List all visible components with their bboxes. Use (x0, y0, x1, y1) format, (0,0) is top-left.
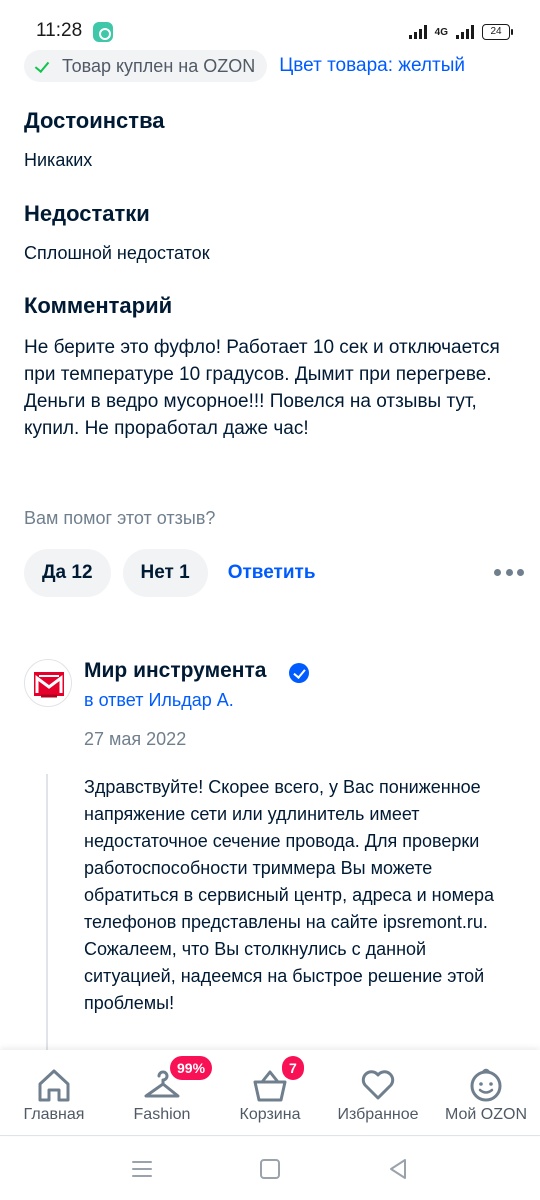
heart-icon (361, 1070, 395, 1100)
more-options-icon[interactable] (494, 569, 524, 577)
recent-apps-icon[interactable] (130, 1157, 154, 1181)
nav-fashion-label: Fashion (133, 1106, 191, 1123)
nav-profile[interactable]: Мой OZON (436, 1050, 536, 1136)
reply-thread-line (46, 774, 48, 1054)
bottom-navigation: Главная Fashion 99% Корзина 7 Избранное … (0, 1050, 540, 1136)
nav-fashion[interactable]: Fashion 99% (122, 1050, 213, 1136)
nav-favorites-label: Избранное (337, 1106, 419, 1123)
home-system-icon[interactable] (258, 1157, 282, 1181)
network-type: 4G (434, 26, 448, 38)
pros-text: Никаких (24, 150, 93, 170)
nav-home-label: Главная (23, 1106, 85, 1123)
signal-icon-2 (456, 25, 474, 39)
nav-cart[interactable]: Корзина 7 (230, 1050, 310, 1136)
cart-badge: 7 (282, 1056, 304, 1080)
system-navigation-bar (0, 1137, 540, 1200)
nav-cart-label: Корзина (239, 1106, 301, 1123)
signal-icon (408, 25, 427, 39)
check-icon (36, 58, 52, 74)
app-notification-icon (93, 22, 113, 42)
nav-profile-label: Мой OZON (444, 1106, 527, 1123)
comment-title: Комментарий (24, 293, 173, 318)
status-indicators: 4G 24 (408, 22, 513, 42)
status-time: 11:28 (36, 20, 83, 41)
seller-name[interactable]: Мир инструмента (84, 659, 266, 683)
back-icon[interactable] (386, 1157, 410, 1181)
reply-date: 27 мая 2022 (84, 729, 187, 749)
cons-title: Недостатки (24, 201, 150, 226)
reply-to-link[interactable]: в ответ Ильдар А. (84, 690, 234, 711)
vote-row: Да 12 Нет 1 Ответить (24, 549, 524, 597)
profile-icon (470, 1068, 502, 1102)
bought-label: Товар куплен на OZON (62, 55, 256, 76)
reply-button[interactable]: Ответить (228, 562, 316, 584)
cons-text: Сплошной недостаток (24, 243, 210, 263)
nav-favorites[interactable]: Избранное (328, 1050, 428, 1136)
vote-no-button[interactable]: Нет 1 (122, 549, 208, 597)
home-icon (38, 1069, 70, 1102)
battery-icon: 24 (482, 24, 513, 40)
vote-yes-button[interactable]: Да 12 (24, 549, 111, 597)
seller-reply-text: Здравствуйте! Скорее всего, у Вас пониже… (84, 777, 495, 1013)
nav-home[interactable]: Главная (14, 1050, 94, 1136)
comment-text: Не берите это фуфло! Работает 10 сек и о… (24, 337, 500, 439)
fashion-badge: 99% (170, 1056, 213, 1080)
helpful-question: Вам помог этот отзыв? (24, 508, 216, 528)
purchase-info-row: Товар куплен на OZON Цвет товара: желтый (24, 50, 465, 82)
bought-on-ozon-chip: Товар куплен на OZON (24, 50, 268, 82)
seller-avatar[interactable] (24, 659, 72, 707)
seller-logo-icon (34, 672, 64, 698)
product-color-link[interactable]: Цвет товара: желтый (279, 55, 465, 77)
status-bar: 11:28 4G 24 (0, 0, 540, 50)
pros-title: Достоинства (24, 108, 165, 133)
verified-icon (289, 663, 309, 683)
